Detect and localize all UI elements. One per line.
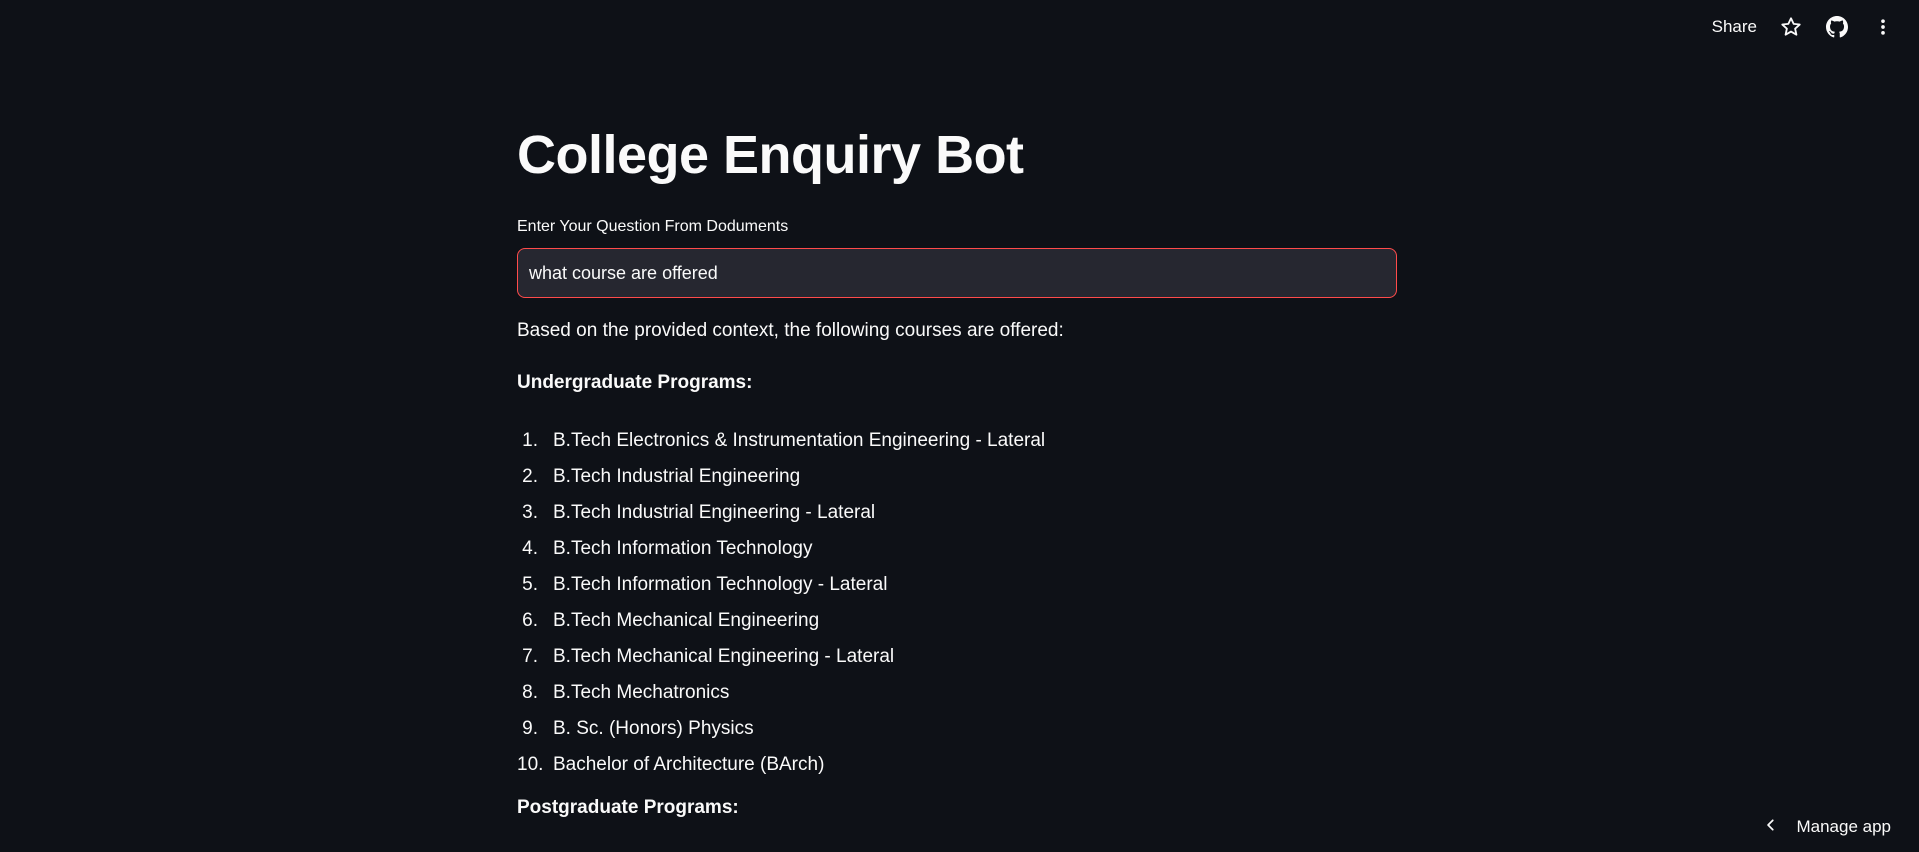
list-item-number: 5. (522, 573, 538, 595)
list-item: 3. B.Tech Industrial Engineering - Latera… (517, 495, 1397, 531)
chevron-left-icon (1764, 818, 1778, 837)
question-input[interactable] (518, 249, 1396, 297)
list-item-number: 3. (522, 501, 538, 523)
list-item: 5. B.Tech Information Technology - Latera… (517, 567, 1397, 603)
list-item-text: B.Tech Mechatronics (553, 681, 730, 703)
list-item-text: B.Tech Industrial Engineering (553, 465, 801, 487)
share-button[interactable]: Share (1712, 17, 1757, 37)
list-item-number: 10. (517, 753, 544, 775)
list-item: 8. B.Tech Mechatronics (517, 675, 1397, 711)
app-root: Share College Enquiry Bot Enter Your Que… (0, 0, 1919, 852)
list-item: 4. B.Tech Information Technology (517, 531, 1397, 567)
list-item: 9. B. Sc. (Honors) Physics (517, 711, 1397, 747)
answer-intro: Based on the provided context, the follo… (517, 320, 1064, 341)
list-item-text: B.Tech Information Technology (553, 537, 813, 559)
question-input-container (517, 248, 1397, 298)
list-item-text: B.Tech Electronics & Instrumentation Eng… (553, 429, 1046, 451)
list-item: 7. B.Tech Mechanical Engineering - Latera… (517, 639, 1397, 675)
top-toolbar: Share (1712, 10, 1895, 44)
list-item: 1. B.Tech Electronics & Instrumentation E… (517, 423, 1397, 459)
list-item: 6. B.Tech Mechanical Engineering (517, 603, 1397, 639)
list-item-number: 4. (522, 537, 538, 559)
list-item-number: 8. (522, 681, 538, 703)
list-item-number: 6. (522, 609, 538, 631)
undergraduate-heading: Undergraduate Programs: (517, 372, 753, 393)
list-item-text: B.Tech Information Technology - Lateral (553, 573, 888, 595)
github-icon[interactable] (1825, 15, 1849, 39)
answer-block: Based on the provided context, the follo… (517, 320, 1397, 825)
list-item: 10. Bachelor of Architecture (BArch) (517, 747, 1397, 783)
list-item-text: B.Tech Mechanical Engineering - Lateral (553, 645, 895, 667)
undergraduate-course-list: 1. B.Tech Electronics & Instrumentation E… (517, 423, 1397, 783)
list-item-number: 9. (522, 717, 538, 739)
page-title: College Enquiry Bot (517, 125, 1024, 185)
manage-app-button[interactable]: Manage app (1764, 817, 1891, 837)
question-label: Enter Your Question From Doduments (517, 218, 789, 235)
list-item-text: B. Sc. (Honors) Physics (553, 717, 754, 739)
list-item-text: Bachelor of Architecture (BArch) (553, 753, 825, 775)
postgraduate-heading: Postgraduate Programs: (517, 797, 739, 818)
list-item: 2. B.Tech Industrial Engineering (517, 459, 1397, 495)
star-icon[interactable] (1779, 15, 1803, 39)
list-item-number: 2. (522, 465, 538, 487)
manage-app-label: Manage app (1796, 817, 1891, 836)
more-vert-icon[interactable] (1871, 15, 1895, 39)
list-item-text: B.Tech Industrial Engineering - Lateral (553, 501, 876, 523)
list-item-number: 7. (522, 645, 538, 667)
list-item-text: B.Tech Mechanical Engineering (553, 609, 820, 631)
list-item-number: 1. (522, 429, 538, 451)
